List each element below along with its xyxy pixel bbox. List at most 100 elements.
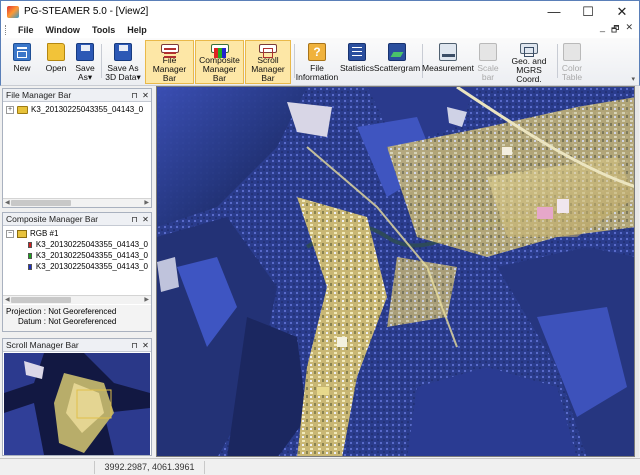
file-manager-icon: [160, 44, 179, 58]
scroll-manager-title: Scroll Manager Bar: [6, 340, 79, 350]
scroll-manager-icon: [259, 44, 277, 58]
band-label: K3_20130225043355_04143_0: [35, 240, 148, 249]
band-row-red[interactable]: K3_20130225043355_04143_0: [6, 239, 148, 250]
pin-icon[interactable]: ⊓: [129, 215, 140, 224]
mdi-restore-button[interactable]: 🗗: [611, 22, 619, 38]
green-band-swatch: [28, 252, 32, 259]
status-bar: 3992.2987, 4061.3961: [0, 458, 640, 475]
composite-manager-bar-label: Composite Manager Bar: [199, 55, 240, 83]
open-label: Open: [45, 63, 67, 73]
geo-mgrs-coord-label: Geo. and MGRS Coord.: [511, 56, 547, 84]
toolbar-separator: [557, 44, 558, 78]
scroll-manager-panel: Scroll Manager Bar ⊓ ✕: [2, 338, 152, 456]
overview-thumbnail[interactable]: [4, 353, 150, 455]
composite-manager-title: Composite Manager Bar: [6, 214, 99, 224]
scattergram-label: Scattergram: [373, 63, 421, 73]
blue-band-swatch: [28, 263, 32, 270]
save-as-3d-button[interactable]: Save As 3D Data▾: [103, 40, 143, 84]
rgb-composite-icon: [17, 229, 27, 238]
menu-window[interactable]: Window: [40, 25, 86, 35]
scroll-manager-header: Scroll Manager Bar ⊓ ✕: [3, 339, 151, 352]
file-information-button[interactable]: ? File Information: [295, 40, 339, 84]
minimize-button[interactable]: —: [537, 1, 571, 23]
file-info-icon: ?: [308, 43, 326, 61]
mdi-minimize-button[interactable]: _: [600, 22, 605, 38]
scroll-manager-bar-label: Scroll Manager Bar: [251, 55, 285, 83]
scroll-thumb[interactable]: [11, 200, 71, 206]
composite-group-row[interactable]: − RGB #1: [6, 228, 148, 239]
scale-bar-button[interactable]: Scale bar: [475, 40, 501, 84]
close-icon[interactable]: ✕: [140, 91, 151, 100]
scale-bar-icon: [479, 43, 497, 61]
view-vscroll[interactable]: [635, 86, 639, 457]
file-manager-panel: File Manager Bar ⊓ ✕ + K3_20130225043355…: [2, 88, 152, 208]
save-as-button[interactable]: Save As▾: [73, 40, 97, 84]
red-band-swatch: [28, 241, 32, 248]
datum-text: Datum : Not Georeferenced: [18, 317, 117, 326]
main-toolbar: New Open Save As▾ Save As 3D Data▾ File …: [0, 38, 640, 86]
scroll-thumb[interactable]: [11, 297, 71, 303]
mdi-close-button[interactable]: ✕: [625, 22, 633, 38]
save-as-label: Save As▾: [75, 63, 95, 82]
file-manager-hscroll[interactable]: ◀ ▶: [3, 198, 151, 207]
folder-icon: [17, 105, 28, 114]
menu-help[interactable]: Help: [121, 25, 153, 35]
file-tree: + K3_20130225043355_04143_0: [3, 102, 151, 117]
new-button[interactable]: New: [7, 40, 37, 84]
menu-tools[interactable]: Tools: [86, 25, 121, 35]
close-icon[interactable]: ✕: [140, 215, 151, 224]
expand-icon[interactable]: +: [6, 105, 14, 114]
projection-text: Projection : Not Georeferenced: [6, 307, 117, 316]
menu-grip[interactable]: [5, 25, 9, 35]
toolbar-overflow-icon[interactable]: ▾: [631, 75, 635, 83]
file-tree-item[interactable]: + K3_20130225043355_04143_0: [6, 104, 148, 115]
menu-bar: File Window Tools Help _ 🗗 ✕: [0, 22, 640, 38]
mdi-controls: _ 🗗 ✕: [600, 22, 639, 38]
overview-image: [4, 353, 150, 455]
band-row-green[interactable]: K3_20130225043355_04143_0: [6, 250, 148, 261]
image-view[interactable]: [156, 86, 635, 457]
scattergram-button[interactable]: Scattergram: [373, 40, 421, 84]
file-tree-label: K3_20130225043355_04143_0: [31, 105, 144, 114]
composite-manager-panel: Composite Manager Bar ⊓ ✕ − RGB #1 K3_20…: [2, 212, 152, 332]
file-information-label: File Information: [295, 63, 339, 82]
color-table-icon: [563, 43, 581, 61]
app-logo-icon: [7, 5, 19, 18]
measurement-label: Measurement: [422, 63, 474, 73]
close-button[interactable]: ✕: [605, 1, 639, 23]
close-icon[interactable]: ✕: [140, 341, 151, 350]
scroll-right-icon[interactable]: ▶: [144, 199, 149, 208]
scroll-left-icon[interactable]: ◀: [5, 296, 10, 305]
collapse-icon[interactable]: −: [6, 229, 14, 238]
pin-icon[interactable]: ⊓: [129, 91, 140, 100]
maximize-button[interactable]: ☐: [571, 1, 605, 23]
geo-coord-icon: [520, 43, 538, 57]
file-manager-header: File Manager Bar ⊓ ✕: [3, 89, 151, 102]
composite-tree: − RGB #1 K3_20130225043355_04143_0 K3_20…: [3, 226, 151, 274]
file-manager-bar-label: File Manager Bar: [152, 55, 187, 83]
scroll-manager-bar-button[interactable]: Scroll Manager Bar: [245, 40, 291, 84]
menu-file[interactable]: File: [12, 25, 40, 35]
cursor-coordinates: 3992.2987, 4061.3961: [95, 460, 205, 474]
save-icon: [76, 43, 94, 61]
statistics-button[interactable]: Statistics: [340, 40, 374, 84]
measurement-icon: [439, 43, 457, 61]
measurement-button[interactable]: Measurement: [422, 40, 474, 84]
composite-manager-bar-button[interactable]: Composite Manager Bar: [195, 40, 244, 84]
color-table-button[interactable]: Color Table: [559, 40, 585, 84]
scroll-right-icon[interactable]: ▶: [144, 296, 149, 305]
band-row-blue[interactable]: K3_20130225043355_04143_0: [6, 261, 148, 272]
geo-mgrs-coord-button[interactable]: Geo. and MGRS Coord.: [503, 40, 555, 84]
composite-group-label: RGB #1: [30, 229, 59, 238]
scattergram-icon: [388, 43, 406, 61]
new-icon: [13, 43, 31, 61]
toolbar-separator: [101, 44, 102, 78]
band-label: K3_20130225043355_04143_0: [35, 262, 148, 271]
georef-info: Projection : Not Georeferenced Datum : N…: [3, 305, 151, 331]
color-table-label: Color Table: [561, 63, 583, 82]
file-manager-bar-button[interactable]: File Manager Bar: [145, 40, 194, 84]
scroll-left-icon[interactable]: ◀: [5, 199, 10, 208]
composite-manager-hscroll[interactable]: ◀ ▶: [3, 295, 151, 304]
open-button[interactable]: Open: [41, 40, 71, 84]
pin-icon[interactable]: ⊓: [129, 341, 140, 350]
